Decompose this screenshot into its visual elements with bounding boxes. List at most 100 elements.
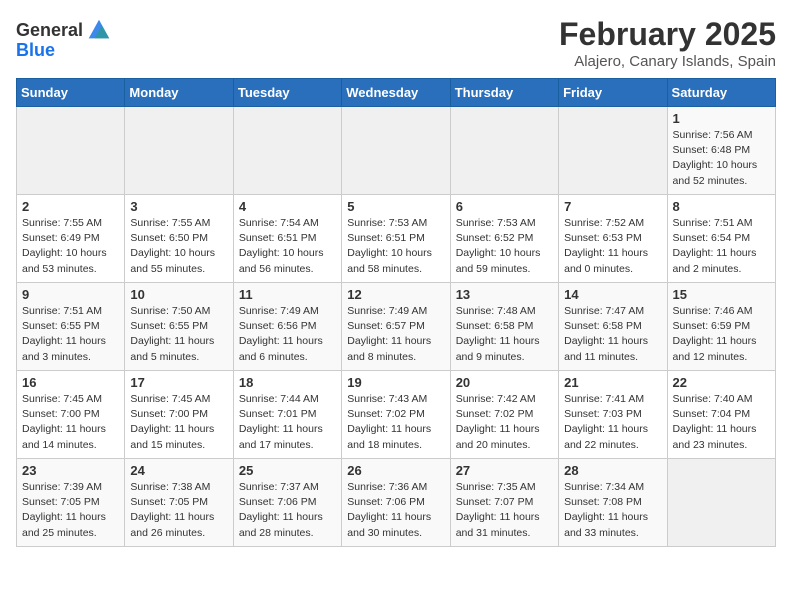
day-number: 26 [347,463,444,478]
day-cell [233,107,341,195]
day-number: 7 [564,199,661,214]
week-row-0: 1 Sunrise: 7:56 AMSunset: 6:48 PMDaylight… [17,107,776,195]
week-row-4: 23 Sunrise: 7:39 AMSunset: 7:05 PMDayligh… [17,459,776,547]
day-info: Sunrise: 7:56 AMSunset: 6:48 PMDaylight:… [673,128,770,189]
header-day-tuesday: Tuesday [233,79,341,107]
day-cell [125,107,233,195]
day-info: Sunrise: 7:37 AMSunset: 7:06 PMDaylight:… [239,480,336,541]
day-cell: 26 Sunrise: 7:36 AMSunset: 7:06 PMDayligh… [342,459,450,547]
header-day-thursday: Thursday [450,79,558,107]
day-number: 19 [347,375,444,390]
day-cell: 1 Sunrise: 7:56 AMSunset: 6:48 PMDaylight… [667,107,775,195]
day-number: 8 [673,199,770,214]
day-info: Sunrise: 7:50 AMSunset: 6:55 PMDaylight:… [130,304,227,365]
day-info: Sunrise: 7:36 AMSunset: 7:06 PMDaylight:… [347,480,444,541]
day-info: Sunrise: 7:48 AMSunset: 6:58 PMDaylight:… [456,304,553,365]
day-cell: 9 Sunrise: 7:51 AMSunset: 6:55 PMDaylight… [17,283,125,371]
calendar-table: SundayMondayTuesdayWednesdayThursdayFrid… [16,78,776,547]
day-cell: 28 Sunrise: 7:34 AMSunset: 7:08 PMDayligh… [559,459,667,547]
day-info: Sunrise: 7:38 AMSunset: 7:05 PMDaylight:… [130,480,227,541]
day-cell: 15 Sunrise: 7:46 AMSunset: 6:59 PMDayligh… [667,283,775,371]
day-info: Sunrise: 7:53 AMSunset: 6:51 PMDaylight:… [347,216,444,277]
day-cell: 22 Sunrise: 7:40 AMSunset: 7:04 PMDayligh… [667,371,775,459]
day-cell: 20Sunrise: 7:42 AMSunset: 7:02 PMDayligh… [450,371,558,459]
day-number: 16 [22,375,119,390]
header-day-monday: Monday [125,79,233,107]
day-number: 14 [564,287,661,302]
day-cell: 12 Sunrise: 7:49 AMSunset: 6:57 PMDayligh… [342,283,450,371]
day-info: Sunrise: 7:49 AMSunset: 6:57 PMDaylight:… [347,304,444,365]
day-info: Sunrise: 7:43 AMSunset: 7:02 PMDaylight:… [347,392,444,453]
day-cell: 17 Sunrise: 7:45 AMSunset: 7:00 PMDayligh… [125,371,233,459]
day-number: 13 [456,287,553,302]
title-area: February 2025 Alajero, Canary Islands, S… [559,16,776,70]
logo-general: General [16,20,83,41]
day-number: 12 [347,287,444,302]
day-info: Sunrise: 7:52 AMSunset: 6:53 PMDaylight:… [564,216,661,277]
day-info: Sunrise: 7:39 AMSunset: 7:05 PMDaylight:… [22,480,119,541]
day-cell [667,459,775,547]
day-cell: 6Sunrise: 7:53 AMSunset: 6:52 PMDaylight… [450,195,558,283]
day-info: Sunrise: 7:49 AMSunset: 6:56 PMDaylight:… [239,304,336,365]
day-info: Sunrise: 7:47 AMSunset: 6:58 PMDaylight:… [564,304,661,365]
day-info: Sunrise: 7:55 AMSunset: 6:50 PMDaylight:… [130,216,227,277]
day-cell: 14 Sunrise: 7:47 AMSunset: 6:58 PMDayligh… [559,283,667,371]
day-number: 23 [22,463,119,478]
day-cell: 7 Sunrise: 7:52 AMSunset: 6:53 PMDaylight… [559,195,667,283]
day-cell [17,107,125,195]
day-number: 4 [239,199,336,214]
day-number: 1 [673,111,770,126]
week-row-1: 2Sunrise: 7:55 AMSunset: 6:49 PMDaylight… [17,195,776,283]
day-cell: 10 Sunrise: 7:50 AMSunset: 6:55 PMDayligh… [125,283,233,371]
header: General Blue February 2025 Alajero, Cana… [16,16,776,70]
logo: General Blue [16,16,113,61]
day-number: 28 [564,463,661,478]
day-cell: 2Sunrise: 7:55 AMSunset: 6:49 PMDaylight… [17,195,125,283]
day-info: Sunrise: 7:40 AMSunset: 7:04 PMDaylight:… [673,392,770,453]
day-info: Sunrise: 7:42 AMSunset: 7:02 PMDaylight:… [456,392,553,453]
day-cell: 24 Sunrise: 7:38 AMSunset: 7:05 PMDayligh… [125,459,233,547]
day-cell [450,107,558,195]
day-cell: 25 Sunrise: 7:37 AMSunset: 7:06 PMDayligh… [233,459,341,547]
header-day-saturday: Saturday [667,79,775,107]
logo-icon [85,16,113,44]
day-number: 3 [130,199,227,214]
day-info: Sunrise: 7:44 AMSunset: 7:01 PMDaylight:… [239,392,336,453]
day-cell: 18 Sunrise: 7:44 AMSunset: 7:01 PMDayligh… [233,371,341,459]
day-number: 10 [130,287,227,302]
day-cell: 5 Sunrise: 7:53 AMSunset: 6:51 PMDaylight… [342,195,450,283]
day-info: Sunrise: 7:34 AMSunset: 7:08 PMDaylight:… [564,480,661,541]
header-day-wednesday: Wednesday [342,79,450,107]
day-cell: 8 Sunrise: 7:51 AMSunset: 6:54 PMDaylight… [667,195,775,283]
day-number: 25 [239,463,336,478]
day-number: 22 [673,375,770,390]
day-cell [559,107,667,195]
day-info: Sunrise: 7:45 AMSunset: 7:00 PMDaylight:… [130,392,227,453]
day-cell: 19 Sunrise: 7:43 AMSunset: 7:02 PMDayligh… [342,371,450,459]
month-title: February 2025 [559,16,776,53]
day-number: 21 [564,375,661,390]
day-info: Sunrise: 7:46 AMSunset: 6:59 PMDaylight:… [673,304,770,365]
day-info: Sunrise: 7:54 AMSunset: 6:51 PMDaylight:… [239,216,336,277]
day-info: Sunrise: 7:53 AMSunset: 6:52 PMDaylight:… [456,216,553,277]
day-number: 11 [239,287,336,302]
day-number: 9 [22,287,119,302]
day-cell: 4 Sunrise: 7:54 AMSunset: 6:51 PMDaylight… [233,195,341,283]
header-day-friday: Friday [559,79,667,107]
day-cell: 3 Sunrise: 7:55 AMSunset: 6:50 PMDaylight… [125,195,233,283]
day-number: 17 [130,375,227,390]
day-number: 18 [239,375,336,390]
header-day-sunday: Sunday [17,79,125,107]
day-info: Sunrise: 7:51 AMSunset: 6:54 PMDaylight:… [673,216,770,277]
day-number: 5 [347,199,444,214]
day-number: 24 [130,463,227,478]
day-cell: 27Sunrise: 7:35 AMSunset: 7:07 PMDayligh… [450,459,558,547]
day-cell: 23 Sunrise: 7:39 AMSunset: 7:05 PMDayligh… [17,459,125,547]
location-title: Alajero, Canary Islands, Spain [559,53,776,70]
day-cell: 11 Sunrise: 7:49 AMSunset: 6:56 PMDayligh… [233,283,341,371]
day-info: Sunrise: 7:45 AMSunset: 7:00 PMDaylight:… [22,392,119,453]
day-info: Sunrise: 7:55 AMSunset: 6:49 PMDaylight:… [22,216,119,277]
day-number: 15 [673,287,770,302]
day-cell [342,107,450,195]
day-info: Sunrise: 7:51 AMSunset: 6:55 PMDaylight:… [22,304,119,365]
